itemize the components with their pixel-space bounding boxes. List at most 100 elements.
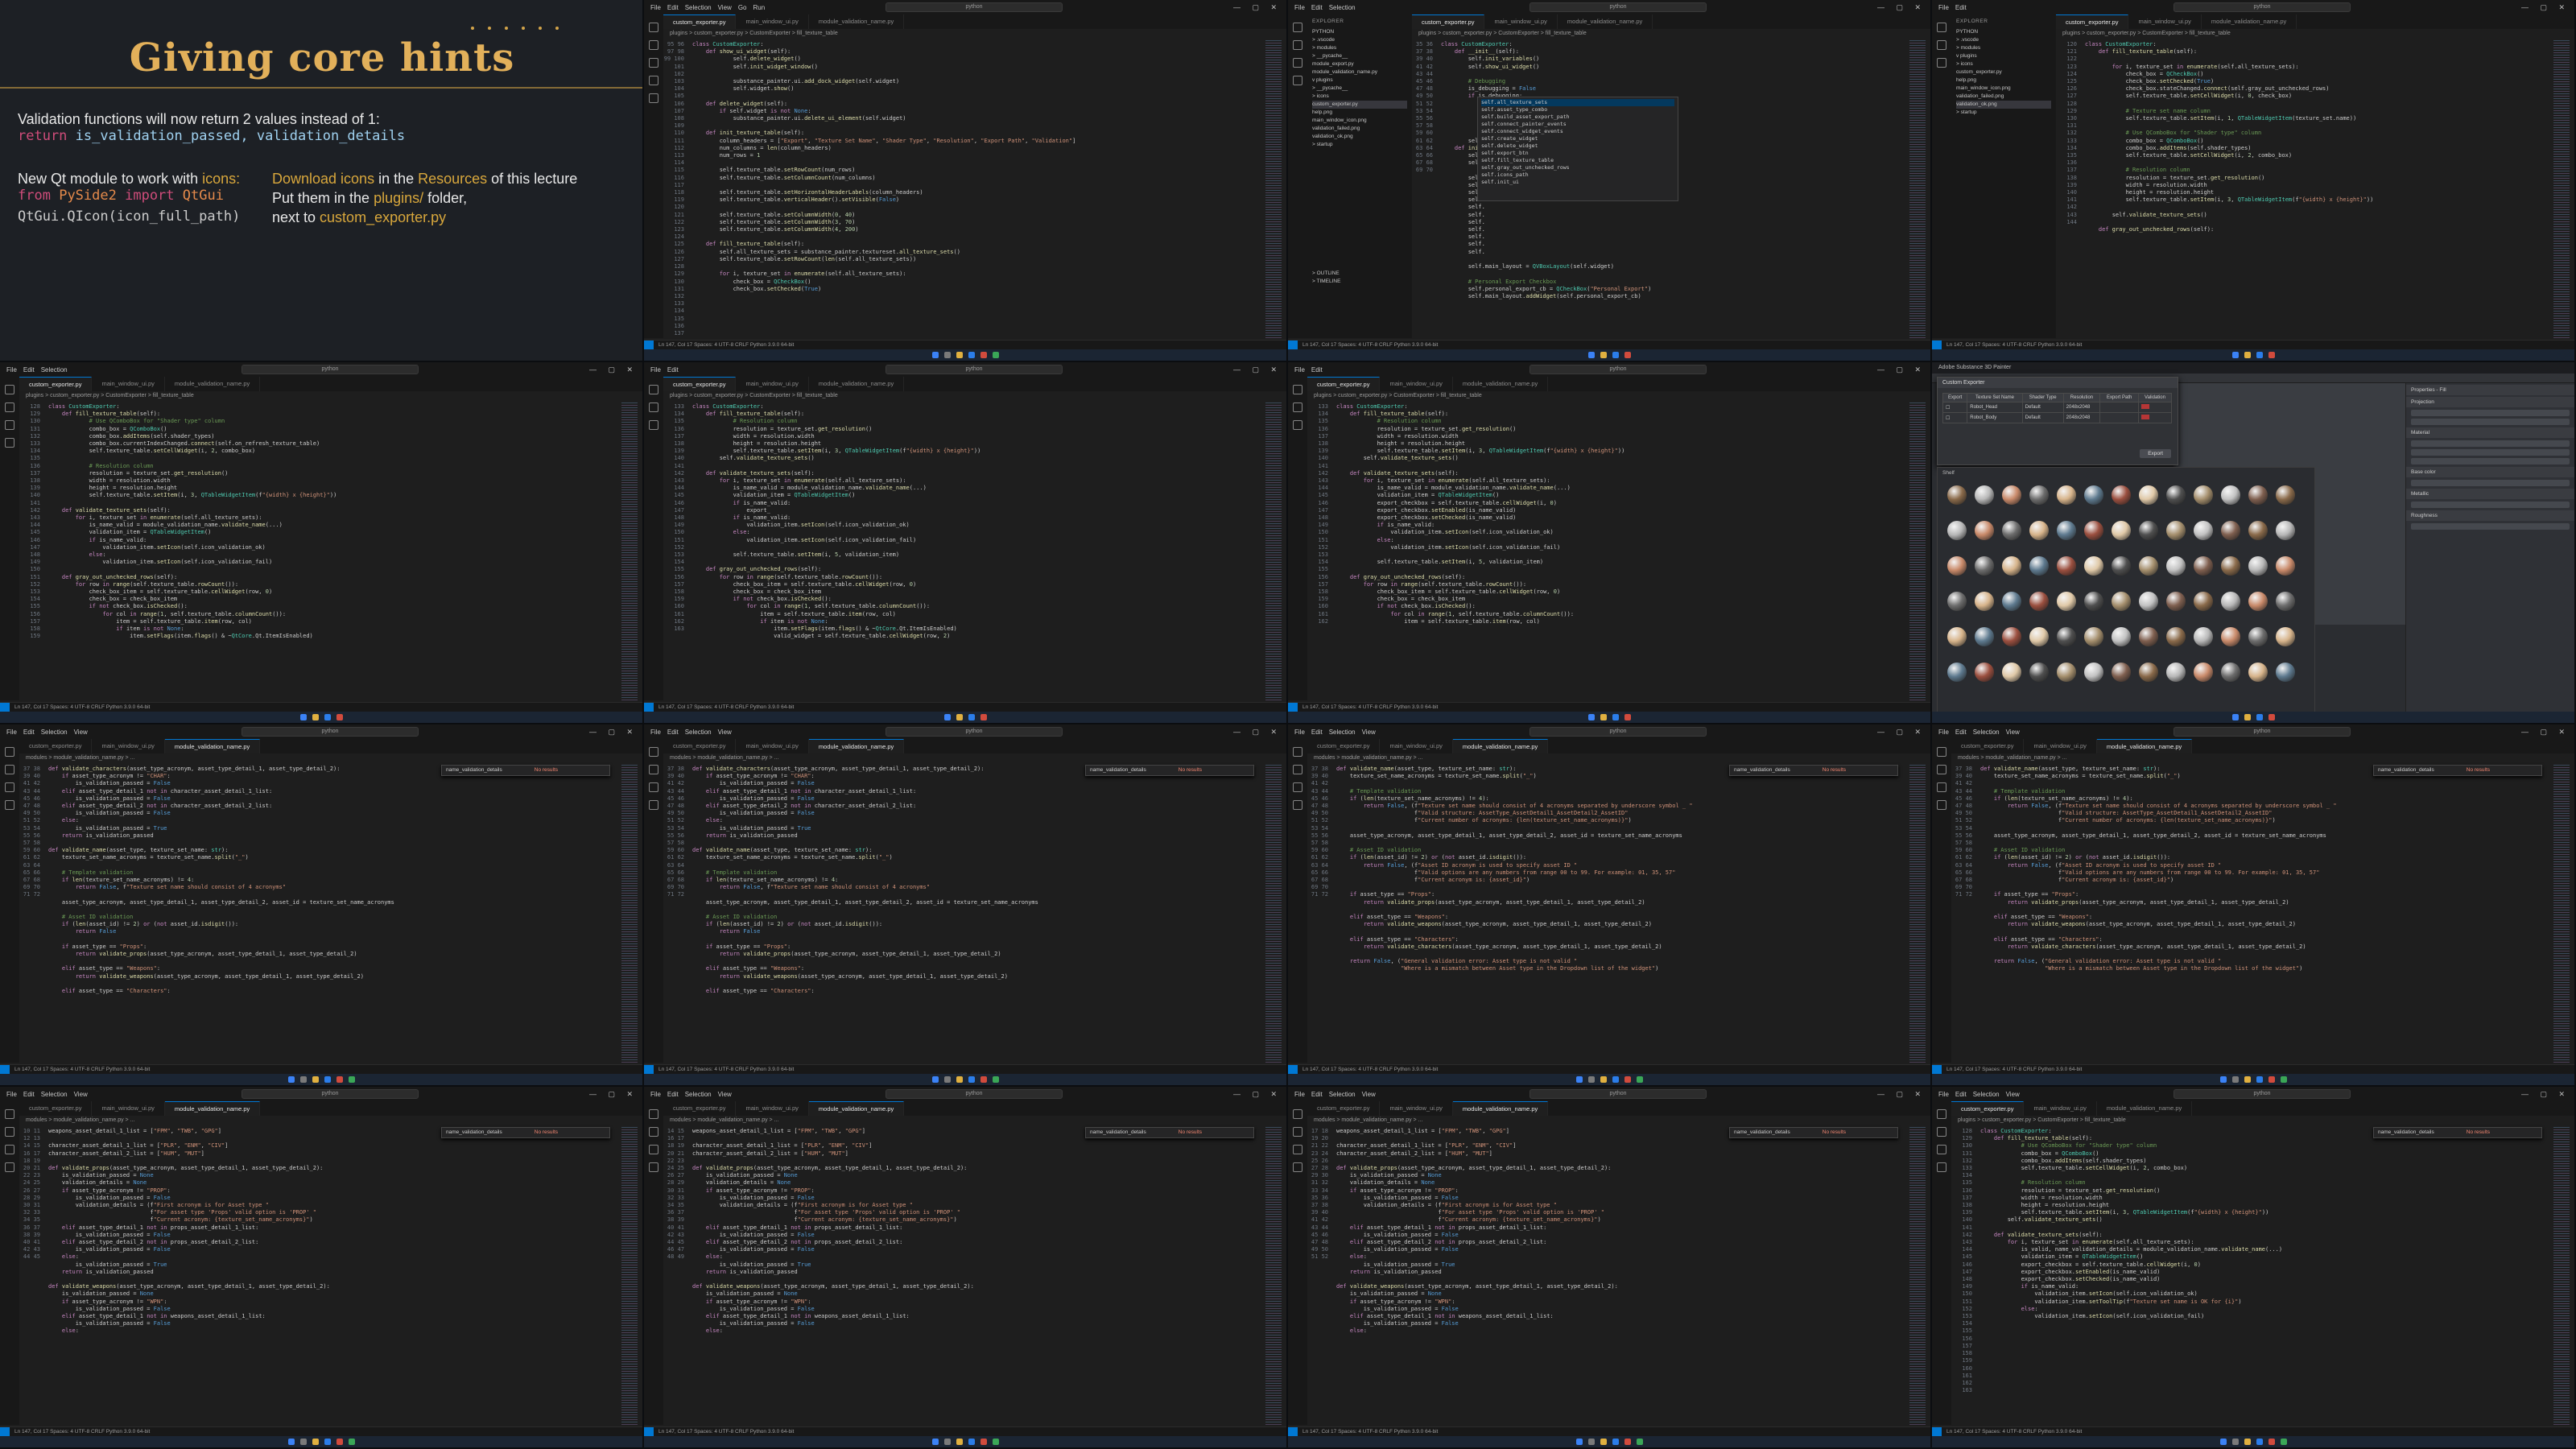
search-icon[interactable] — [1293, 402, 1302, 412]
menu-file[interactable]: File — [650, 4, 661, 11]
browser-icon[interactable] — [1636, 1076, 1643, 1083]
explorer-item[interactable]: module_validation_name.py — [1312, 68, 1407, 76]
run-debug-icon[interactable] — [649, 1162, 658, 1172]
tab-custom-exporter[interactable]: custom_exporter.py — [663, 377, 737, 391]
suggestion-item[interactable]: self.export_btn — [1481, 150, 1529, 156]
material-swatch[interactable] — [2029, 556, 2049, 576]
code-text[interactable]: class CustomExporter: def fill_texture_t… — [692, 401, 1262, 700]
run-debug-icon[interactable] — [1293, 800, 1302, 810]
vscode-icon[interactable] — [324, 1076, 331, 1083]
search-icon[interactable] — [1937, 1127, 1946, 1137]
window-controls[interactable]: — ▢ ✕ — [1877, 3, 1926, 12]
code-text[interactable]: class CustomExporter: def fill_texture_t… — [2085, 39, 2550, 338]
vscode-icon[interactable] — [1612, 1076, 1619, 1083]
material-swatch[interactable] — [2084, 627, 2103, 646]
prop-row[interactable] — [2411, 523, 2570, 530]
run-debug-icon[interactable] — [5, 1162, 14, 1172]
command-search[interactable]: python — [1530, 1089, 1707, 1099]
files-icon[interactable] — [312, 1076, 319, 1083]
suggestion-item[interactable]: self.gray_out_unchecked_rows — [1481, 164, 1570, 171]
material-swatch[interactable] — [1947, 521, 1967, 540]
painter-icon[interactable] — [980, 714, 987, 720]
painter-icon[interactable] — [1624, 1076, 1631, 1083]
tab-custom-exporter[interactable]: custom_exporter.py — [19, 1101, 93, 1116]
painter-icon[interactable] — [336, 1076, 343, 1083]
column-header[interactable]: Texture Set Name — [1967, 393, 2023, 402]
menu-edit[interactable]: Edit — [667, 1091, 679, 1098]
vscode-icon[interactable] — [324, 1439, 331, 1445]
search-taskbar-icon[interactable] — [1587, 1439, 1595, 1445]
start-icon[interactable] — [2231, 352, 2239, 358]
material-swatch[interactable] — [1947, 627, 1967, 646]
menu-selection[interactable]: Selection — [1973, 1091, 2000, 1098]
tab-custom-exporter[interactable]: custom_exporter.py — [1412, 14, 1485, 29]
source-control-icon[interactable] — [5, 782, 14, 792]
find-widget[interactable]: name_validation_details No results — [1085, 1127, 1254, 1138]
material-swatch[interactable] — [2221, 627, 2240, 646]
menu-view[interactable]: View — [718, 729, 732, 736]
source-control-icon[interactable] — [1293, 58, 1302, 68]
painter-icon[interactable] — [2268, 714, 2275, 720]
material-swatch[interactable] — [1975, 485, 1994, 505]
find-widget[interactable]: name_validation_details No results — [441, 1127, 610, 1138]
painter-icon[interactable] — [336, 714, 343, 720]
export-checkbox[interactable]: ☐ — [1942, 402, 1968, 413]
material-swatch[interactable] — [2276, 663, 2295, 682]
explorer-icon[interactable] — [1937, 23, 1946, 32]
find-widget[interactable]: name_validation_details No results — [2373, 1127, 2542, 1138]
menu-view[interactable]: View — [2006, 1091, 2020, 1098]
explorer-item[interactable]: > __pycache__ — [1312, 85, 1407, 93]
source-control-icon[interactable] — [1937, 1145, 1946, 1154]
files-icon[interactable] — [1600, 1076, 1607, 1083]
files-icon[interactable] — [956, 352, 963, 358]
breadcrumb[interactable]: plugins > custom_exporter.py > CustomExp… — [1307, 391, 1930, 401]
explorer-icon[interactable] — [1293, 1109, 1302, 1119]
find-input[interactable]: name_validation_details — [1090, 767, 1146, 773]
explorer-icon[interactable] — [1293, 747, 1302, 757]
material-swatch[interactable] — [2112, 627, 2131, 646]
material-swatch[interactable] — [2139, 592, 2158, 611]
menu-selection[interactable]: Selection — [685, 729, 712, 736]
material-swatch[interactable] — [2248, 627, 2268, 646]
explorer-item[interactable]: validation_ok.png — [1312, 133, 1407, 141]
column-header[interactable]: Shader Type — [2021, 393, 2064, 402]
material-swatch[interactable] — [2248, 485, 2268, 505]
menu-edit[interactable]: Edit — [1311, 1091, 1323, 1098]
code-editor[interactable]: 133 134 135 136 137 138 139 140 141 142 … — [1307, 401, 1906, 700]
source-control-icon[interactable] — [649, 420, 658, 430]
tab-validation[interactable]: module_validation_name.py — [164, 1101, 261, 1116]
command-search[interactable]: python — [2174, 1089, 2351, 1099]
code-text[interactable]: def validate_name(asset_type, texture_se… — [1980, 763, 2550, 1063]
material-swatch[interactable] — [2248, 592, 2268, 611]
start-icon[interactable] — [2231, 714, 2239, 720]
shader-type-select[interactable]: Default — [2021, 412, 2064, 423]
window-controls[interactable]: — ▢ ✕ — [1877, 728, 1926, 737]
tab-main-window[interactable]: main_window_ui.py — [1380, 739, 1453, 753]
command-search[interactable]: python — [2174, 727, 2351, 737]
tab-main-window[interactable]: main_window_ui.py — [2024, 1101, 2097, 1116]
search-icon[interactable] — [1937, 765, 1946, 774]
start-icon[interactable] — [2219, 1076, 2227, 1083]
prop-row[interactable] — [2411, 458, 2570, 464]
find-widget[interactable]: name_validation_details No results — [441, 765, 610, 776]
material-swatch[interactable] — [1975, 556, 1994, 576]
run-debug-icon[interactable] — [649, 76, 658, 85]
search-taskbar-icon[interactable] — [943, 1439, 951, 1445]
menu-go[interactable]: Go — [738, 4, 747, 11]
browser-icon[interactable] — [992, 1076, 999, 1083]
material-swatch[interactable] — [2057, 627, 2076, 646]
code-text[interactable]: def validate_characters(asset_type_acron… — [692, 763, 1262, 1063]
explorer-item[interactable]: > .vscode — [1956, 36, 2051, 44]
search-taskbar-icon[interactable] — [943, 352, 951, 358]
tab-validation[interactable]: module_validation_name.py — [164, 739, 261, 753]
explorer-icon[interactable] — [649, 747, 658, 757]
material-swatch[interactable] — [2248, 663, 2268, 682]
menu-file[interactable]: File — [6, 366, 17, 374]
window-controls[interactable]: — ▢ ✕ — [2521, 3, 2570, 12]
browser-icon[interactable] — [2280, 1076, 2287, 1083]
code-text[interactable]: weapons_asset_detail_1_list = ["FPM", "T… — [1336, 1125, 1906, 1425]
column-header[interactable]: Validation — [2138, 393, 2172, 402]
menu-selection[interactable]: Selection — [685, 4, 712, 11]
window-controls[interactable]: — ▢ ✕ — [1877, 1090, 1926, 1099]
tab-custom-exporter[interactable]: custom_exporter.py — [1951, 739, 2025, 753]
